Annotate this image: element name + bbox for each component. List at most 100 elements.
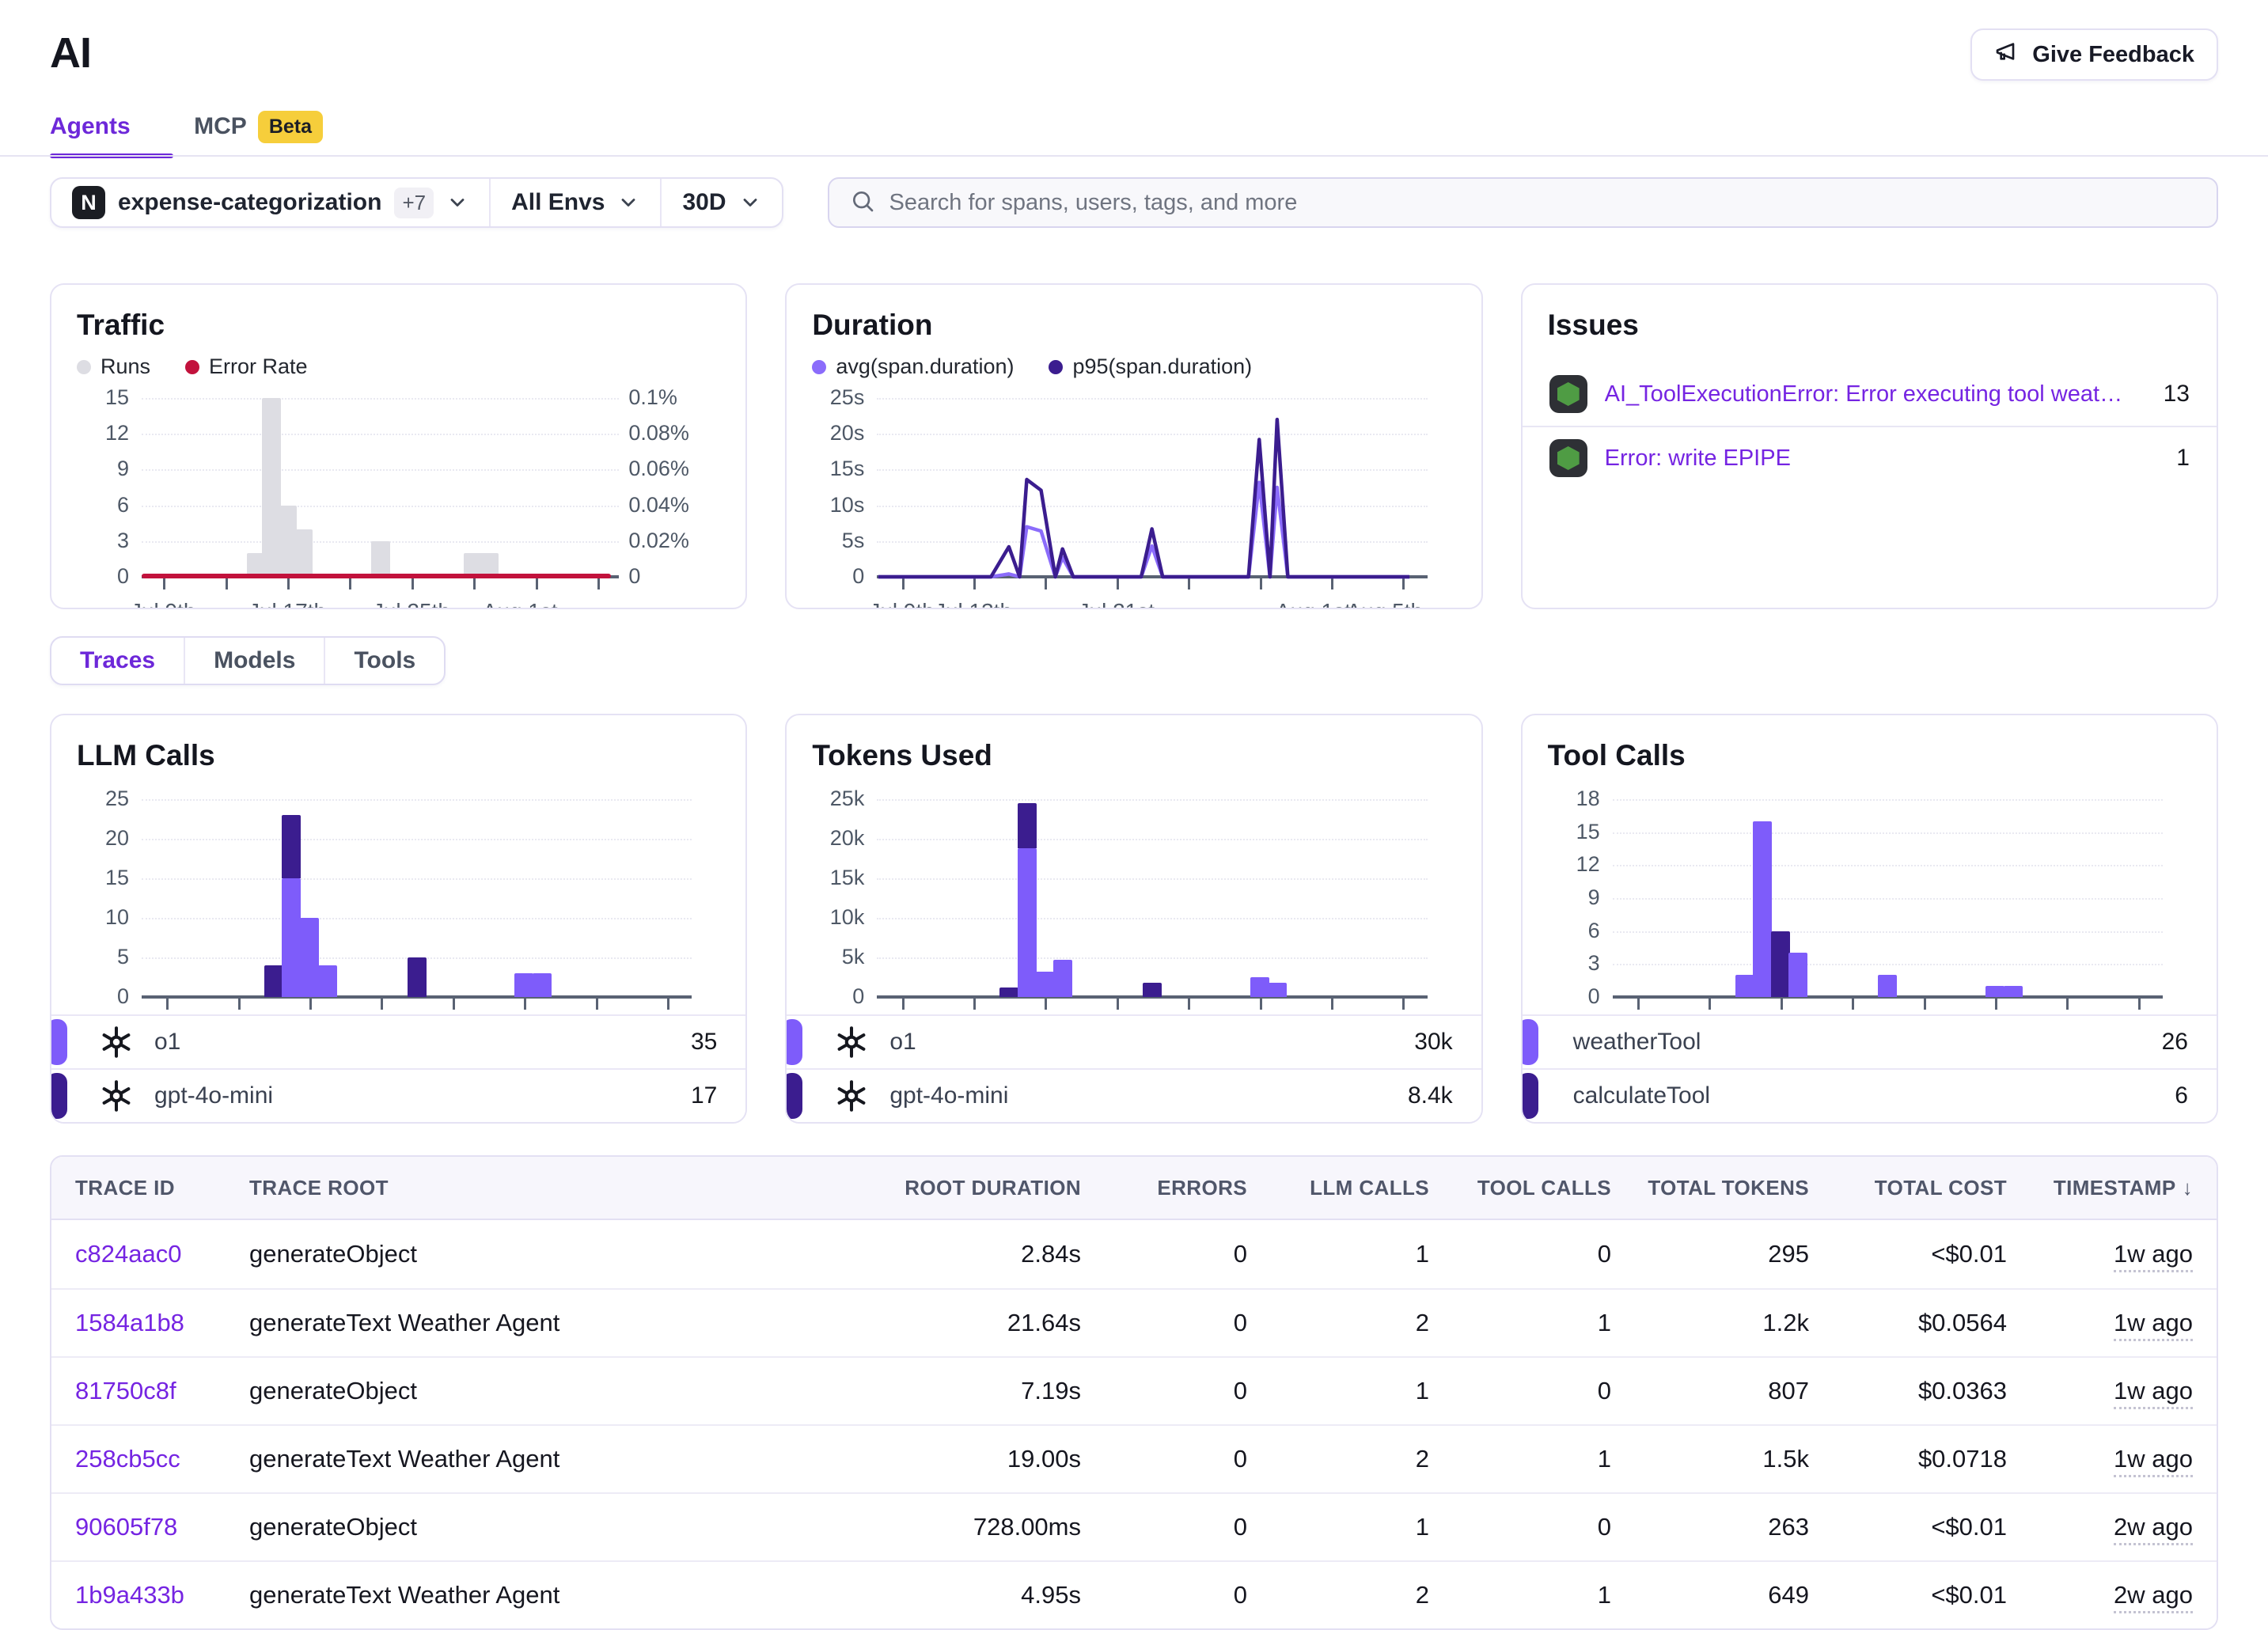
search-input[interactable] — [889, 190, 2196, 216]
bar-weatherTool[interactable] — [1753, 821, 1772, 997]
x-axis-label: Jul 13th — [935, 599, 1012, 609]
table-row[interactable]: 1b9a433bgenerateText Weather Agent4.95s0… — [51, 1560, 2217, 1628]
bar-Runs[interactable] — [371, 541, 390, 577]
bar-gpt-4o-mini[interactable] — [1143, 983, 1162, 997]
gridline — [142, 469, 619, 471]
y-axis-label: 0 — [802, 984, 864, 1009]
trace-id-link[interactable]: 1b9a433b — [75, 1581, 184, 1609]
x-axis-tick — [349, 577, 351, 589]
column-header-trace_root[interactable]: TRACE ROOT — [249, 1176, 836, 1200]
issue-row[interactable]: AI_ToolExecutionError: Error executing t… — [1523, 362, 2217, 426]
tokens-used-chart[interactable]: 05k10k15k20k25kJul 9thJul 13thJul 21stAu… — [877, 799, 1427, 997]
timestamp-value[interactable]: 2w ago — [2114, 1513, 2193, 1545]
cell-total_tokens: 1.2k — [1611, 1309, 1809, 1337]
legend-item-o1[interactable]: o1 35 — [51, 1014, 745, 1068]
bar-o1[interactable] — [1018, 848, 1037, 997]
bar-o1[interactable] — [318, 965, 337, 997]
column-header-tool_calls[interactable]: TOOL CALLS — [1429, 1176, 1611, 1200]
tab-traces[interactable]: Traces — [51, 638, 184, 684]
tab-models[interactable]: Models — [184, 638, 324, 684]
model-name: o1 — [889, 1029, 916, 1056]
legend-item-gpt-4o-mini[interactable]: gpt-4o-mini 8.4k — [787, 1068, 1481, 1122]
trace-id-link[interactable]: 258cb5cc — [75, 1445, 180, 1473]
llm-calls-chart[interactable]: 0510152025Jul 9thJul 13thJul 21stAug 1st… — [142, 799, 692, 997]
timestamp-value[interactable]: 2w ago — [2114, 1581, 2193, 1613]
duration-chart[interactable]: 05s10s15s20s25sJul 9thJul 13thJul 21stAu… — [877, 398, 1427, 577]
legend-runs[interactable]: Runs — [77, 354, 150, 379]
bar-o1[interactable] — [1250, 977, 1269, 997]
timestamp-value[interactable]: 1w ago — [2114, 1309, 2193, 1341]
legend-avg-duration[interactable]: avg(span.duration) — [812, 354, 1014, 379]
cell-errors: 0 — [1081, 1240, 1247, 1268]
bar-o1[interactable] — [282, 878, 301, 997]
bar-o1[interactable] — [514, 973, 533, 997]
bar-Runs[interactable] — [294, 529, 313, 577]
timestamp-value[interactable]: 1w ago — [2114, 1240, 2193, 1272]
bar-weatherTool[interactable] — [1878, 975, 1897, 997]
column-header-errors[interactable]: ERRORS — [1081, 1176, 1247, 1200]
trace-id-link[interactable]: c824aac0 — [75, 1240, 181, 1268]
legend-item-o1[interactable]: o1 30k — [787, 1014, 1481, 1068]
cell-errors: 0 — [1081, 1581, 1247, 1609]
table-header-row: TRACE IDTRACE ROOTROOT DURATIONERRORSLLM… — [51, 1157, 2217, 1220]
column-header-root_duration[interactable]: ROOT DURATION — [836, 1176, 1081, 1200]
date-range-dropdown[interactable]: 30D — [660, 179, 781, 226]
agent-filter-dropdown[interactable]: N expense-categorization +7 — [51, 179, 489, 226]
issue-link[interactable]: AI_ToolExecutionError: Error executing t… — [1605, 381, 2127, 408]
y-axis-label: 6 — [67, 493, 129, 517]
y-axis-label: 5 — [67, 945, 129, 969]
table-row[interactable]: 90605f78generateObject728.00ms010263<$0.… — [51, 1492, 2217, 1560]
timestamp-value[interactable]: 1w ago — [2114, 1445, 2193, 1477]
env-filter-dropdown[interactable]: All Envs — [489, 179, 660, 226]
llm-calls-legend: o1 35 gpt-4o-mini 17 — [51, 1014, 745, 1122]
trace-id-link[interactable]: 81750c8f — [75, 1377, 176, 1404]
tab-mcp[interactable]: MCP Beta — [194, 104, 323, 149]
bar-gpt-4o-mini[interactable] — [264, 965, 283, 997]
legend-p95-duration[interactable]: p95(span.duration) — [1049, 354, 1252, 379]
bar-weatherTool[interactable] — [1735, 975, 1754, 997]
column-header-timestamp[interactable]: TIMESTAMP↓ — [2007, 1176, 2193, 1200]
bar-o1[interactable] — [1268, 983, 1287, 997]
legend-item-gpt-4o-mini[interactable]: gpt-4o-mini 17 — [51, 1068, 745, 1122]
column-header-total_tokens[interactable]: TOTAL TOKENS — [1611, 1176, 1809, 1200]
trace-id-link[interactable]: 1584a1b8 — [75, 1309, 184, 1336]
o1-swatch — [785, 1019, 802, 1065]
bar-weatherTool[interactable] — [1985, 986, 2004, 997]
trace-id-link[interactable]: 90605f78 — [75, 1513, 177, 1541]
table-row[interactable]: 258cb5ccgenerateText Weather Agent19.00s… — [51, 1424, 2217, 1492]
issue-link[interactable]: Error: write EPIPE — [1605, 445, 1791, 472]
x-axis-tick — [453, 997, 455, 1010]
issue-count: 13 — [2164, 381, 2190, 408]
tab-tools[interactable]: Tools — [324, 638, 444, 684]
timestamp-value[interactable]: 1w ago — [2114, 1377, 2193, 1409]
legend-error-rate[interactable]: Error Rate — [185, 354, 308, 379]
y-axis-label: 10k — [802, 905, 864, 930]
bar-gpt-4o-mini[interactable] — [408, 957, 427, 997]
traffic-chart[interactable]: 0030.02%60.04%90.06%120.08%150.1%Jul 9th… — [142, 398, 619, 577]
bar-gpt-4o-mini[interactable] — [999, 987, 1018, 997]
y-axis-right-label: 0.06% — [628, 457, 717, 481]
column-header-total_cost[interactable]: TOTAL COST — [1809, 1176, 2007, 1200]
tab-agents[interactable]: Agents — [50, 104, 131, 149]
column-header-trace_id[interactable]: TRACE ID — [75, 1176, 249, 1200]
bar-o1[interactable] — [300, 918, 319, 997]
column-header-llm_calls[interactable]: LLM CALLS — [1247, 1176, 1429, 1200]
bar-gpt-4o-mini[interactable] — [282, 815, 301, 878]
bar-o1[interactable] — [1053, 960, 1072, 997]
bar-weatherTool[interactable] — [2004, 986, 2023, 997]
tool-calls-chart[interactable]: 0369121518Jul 9thJul 13thJul 21stAug 1st… — [1613, 799, 2163, 997]
table-row[interactable]: 1584a1b8generateText Weather Agent21.64s… — [51, 1288, 2217, 1356]
issue-row[interactable]: Error: write EPIPE 1 — [1523, 426, 2217, 489]
bar-calculateTool[interactable] — [1771, 931, 1790, 997]
legend-item-weathertool[interactable]: weatherTool 26 — [1523, 1014, 2217, 1068]
legend-item-calculatetool[interactable]: calculateTool 6 — [1523, 1068, 2217, 1122]
table-row[interactable]: 81750c8fgenerateObject7.19s010807$0.0363… — [51, 1356, 2217, 1424]
table-row[interactable]: c824aac0generateObject2.84s010295<$0.011… — [51, 1220, 2217, 1288]
bar-gpt-4o-mini[interactable] — [1018, 803, 1037, 848]
give-feedback-button[interactable]: Give Feedback — [1970, 28, 2218, 81]
cell-trace_id: 1584a1b8 — [75, 1309, 249, 1337]
bar-weatherTool[interactable] — [1788, 953, 1807, 997]
bar-o1[interactable] — [1035, 972, 1054, 997]
date-range-label: 30D — [682, 189, 726, 216]
bar-o1[interactable] — [533, 973, 552, 997]
